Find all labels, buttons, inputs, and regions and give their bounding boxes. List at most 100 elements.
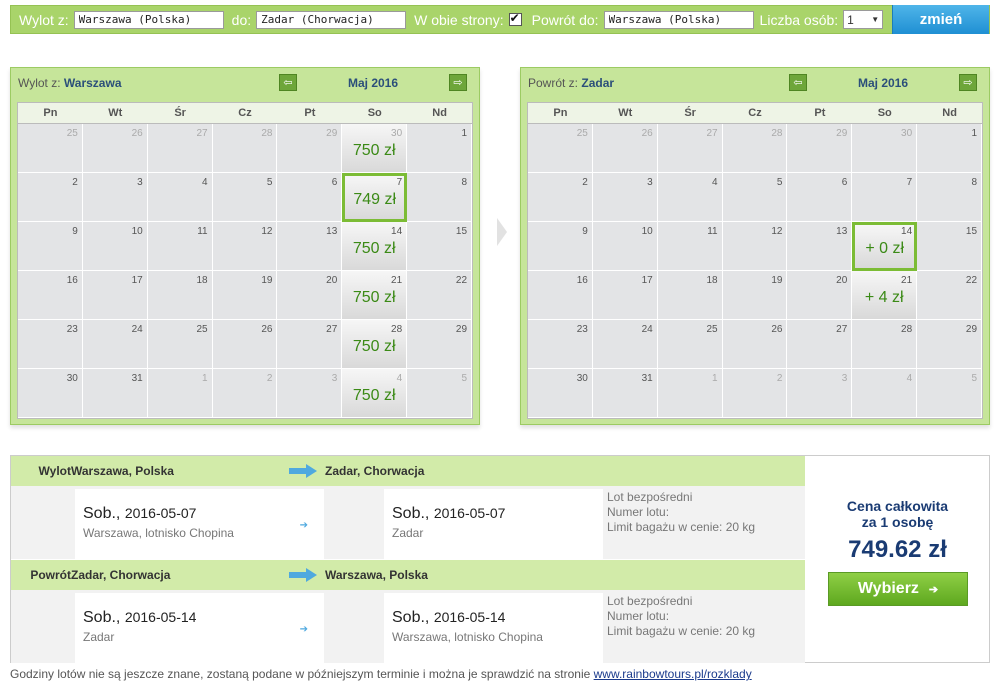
calendar-day: 18 (147, 271, 213, 320)
calendar-day: 30 (528, 369, 593, 418)
day-number: 20 (836, 275, 848, 286)
calendar-title-prefix: Wylot z: (18, 76, 61, 90)
next-month-arrow-icon[interactable]: ⇨ (449, 74, 467, 91)
from-input[interactable] (73, 10, 224, 29)
persons-label: Liczba osób: (759, 11, 839, 28)
calendar-day: 16 (18, 271, 83, 320)
roundtrip-checkbox[interactable] (508, 11, 522, 26)
calendar-day: 23 (18, 320, 83, 369)
calendar-day[interactable]: 14 750 zł (342, 222, 408, 271)
return-calendar: Powrót z: Zadar ⇦ Maj 2016 ⇨ Pn Wt Śr Cz Pt S… (520, 67, 990, 425)
next-month-arrow-icon[interactable]: ⇨ (959, 74, 977, 91)
footnote-text: Godziny lotów nie są jeszcze znane, zost… (10, 667, 594, 681)
calendar-day[interactable]: 21 750 zł (342, 271, 408, 320)
weekday-header: Pn Wt Śr Cz Pt So Nd (18, 103, 472, 124)
calendar-day: 1 (917, 124, 983, 173)
calendar-day: 27 (787, 320, 853, 369)
weekday-header: Pn Wt Śr Cz Pt So Nd (528, 103, 982, 124)
schedule-link[interactable]: www.rainbowtours.pl/rozklady (594, 667, 752, 681)
day-number: 16 (576, 275, 588, 286)
calendar-day[interactable]: 30 750 zł (342, 124, 408, 173)
inbound-header: Powrót Zadar, Chorwacja Warszawa, Polska (11, 560, 805, 590)
calendar-week: 2 3 4 5 6 7 749 zł 8 (18, 173, 473, 222)
day-number: 4 (202, 177, 208, 188)
departure-leg: Sob., 2016-05-14 Zadar ➔ (75, 593, 324, 663)
day-number: 22 (965, 275, 978, 286)
return-input[interactable] (603, 10, 754, 29)
calendar-day: 29 (407, 320, 473, 369)
departure-leg: Sob., 2016-05-07 Warszawa, lotnisko Chop… (75, 489, 324, 559)
weekday-label: Cz (748, 107, 762, 119)
day-price: 750 zł (352, 338, 396, 355)
day-price: + 4 zł (864, 289, 904, 306)
calendar-day: 6 (787, 173, 853, 222)
arrival-date: Sob., 2016-05-07 (392, 505, 506, 522)
calendar-title-prefix: Powrót z: (528, 76, 579, 90)
day-number: 15 (455, 226, 468, 237)
flight-number: Numer lotu: (607, 609, 670, 623)
day-number: 13 (836, 226, 848, 237)
calendar-day: 19 (722, 271, 788, 320)
outbound-details: Sob., 2016-05-07 Warszawa, lotnisko Chop… (11, 486, 805, 559)
choose-button[interactable]: Wybierz ➔ (828, 572, 968, 606)
outbound-from: Warszawa, Polska (71, 464, 174, 478)
calendar-day[interactable]: 14 + 0 zł (852, 222, 918, 271)
day-number: 7 (906, 177, 913, 188)
day-number: 31 (131, 373, 143, 384)
day-number: 4 (906, 373, 913, 384)
day-number: 28 (261, 128, 273, 139)
day-price: 750 zł (352, 240, 396, 257)
prev-month-arrow-icon[interactable]: ⇦ (279, 74, 297, 91)
day-number: 26 (641, 128, 653, 139)
calendar-month: Maj 2016 (348, 76, 399, 90)
calendar-day: 5 (407, 369, 473, 418)
calendar-day: 24 (592, 320, 658, 369)
day-number: 21 (901, 275, 913, 286)
outbound-label: Wylot (38, 464, 71, 478)
calendar-day: 3 (787, 369, 853, 418)
calendar-day: 11 (657, 222, 723, 271)
departure-date: Sob., 2016-05-07 (83, 505, 197, 522)
calendar-week: 2 3 4 5 6 7 8 (528, 173, 983, 222)
day-number: 12 (261, 226, 273, 237)
day-number: 9 (72, 226, 78, 237)
departure-date: Sob., 2016-05-14 (83, 609, 197, 626)
change-button[interactable]: zmień (892, 5, 989, 34)
weekday-label: So (877, 107, 892, 119)
direct-flight: Lot bezpośredni (607, 594, 693, 608)
prev-month-arrow-icon[interactable]: ⇦ (789, 74, 807, 91)
calendar-day[interactable]: 4 750 zł (342, 369, 408, 418)
calendar-day: 13 (787, 222, 853, 271)
persons-select[interactable]: 1 ▼ (843, 10, 884, 29)
day-number: 2 (266, 373, 273, 384)
arrow-right-icon: ➔ (928, 583, 939, 596)
day-number: 2 (776, 373, 783, 384)
day-number: 25 (66, 128, 78, 139)
arrow-right-icon: ➔ (299, 520, 308, 531)
day-number: 26 (131, 128, 143, 139)
day-number: 25 (576, 128, 588, 139)
weekday-label: Nd (432, 107, 447, 119)
calendar-day[interactable]: 7 749 zł (342, 173, 408, 222)
day-number: 1 (461, 128, 468, 139)
day-price: 749 zł (353, 191, 397, 208)
day-price: 750 zł (352, 142, 396, 159)
inbound-to: Warszawa, Polska (325, 568, 428, 582)
calendar-day: 31 (592, 369, 658, 418)
calendar-day: 18 (657, 271, 723, 320)
to-input[interactable] (256, 10, 407, 29)
calendar-grid: Pn Wt Śr Cz Pt So Nd 25 26 27 28 29 30 1 2 3 4 5 6 7 8 9 10 11 1… (527, 102, 983, 419)
calendar-day[interactable]: 28 750 zł (342, 320, 408, 369)
day-number: 21 (391, 275, 403, 286)
day-number: 2 (582, 177, 588, 188)
calendar-day: 27 (657, 124, 723, 173)
calendar-day: 8 (917, 173, 983, 222)
calendar-week: 30 31 1 2 3 4 5 (528, 369, 983, 418)
calendar-day: 2 (212, 369, 278, 418)
day-number: 4 (396, 373, 403, 384)
calendar-week: 25 26 27 28 29 30 750 zł 1 (18, 124, 473, 173)
calendar-day[interactable]: 21 + 4 zł (852, 271, 918, 320)
calendar-day: 5 (722, 173, 788, 222)
calendar-day: 11 (147, 222, 213, 271)
calendar-day: 26 (722, 320, 788, 369)
